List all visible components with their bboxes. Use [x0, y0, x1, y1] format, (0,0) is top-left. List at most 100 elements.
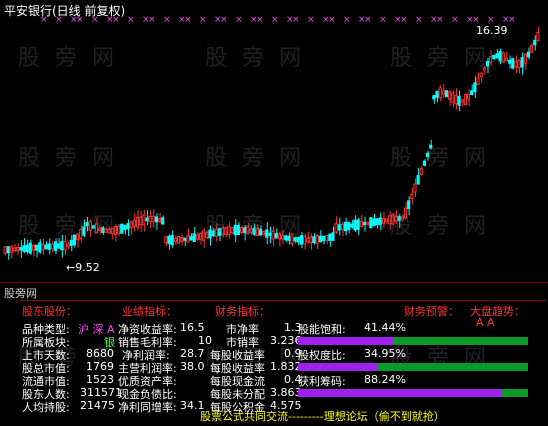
signal-marker: ×: [292, 15, 300, 25]
candle-body: [536, 31, 540, 41]
candle-body: [501, 52, 505, 63]
equity-ratio-bar: [298, 363, 528, 371]
candle-body: [492, 55, 496, 60]
candle-body: [454, 95, 458, 105]
candle-body: [170, 234, 174, 246]
candle-body: [53, 241, 58, 252]
value-equity-ratio: 34.95%: [364, 347, 406, 360]
candle-body: [35, 244, 39, 251]
candle-body: [514, 61, 518, 68]
candle-body: [451, 92, 455, 103]
value-roe: 16.5: [180, 321, 205, 334]
candle-body: [139, 216, 143, 226]
saturation-bar-fill: [298, 337, 394, 345]
candle-body: [479, 72, 483, 78]
signal-marker: ×: [415, 15, 423, 25]
candle-body: [6, 246, 10, 254]
candle-body: [57, 243, 61, 249]
value-gross-margin: 10: [198, 334, 212, 347]
label-equity-ratio: 股权度比:: [298, 349, 346, 362]
candle-body: [306, 237, 310, 243]
signal-marker: ×: [436, 15, 444, 25]
candle-body: [120, 223, 124, 234]
chart-title: 平安银行(日线 前复权): [4, 4, 126, 18]
candle-body: [460, 99, 464, 103]
value-ps: 3.236: [270, 334, 302, 347]
candle-body: [476, 77, 480, 85]
watermark: 股 旁 网: [205, 214, 305, 239]
watermark: 股 旁 网: [390, 146, 490, 171]
candle-body: [438, 87, 442, 99]
signal-marker: ×: [400, 15, 408, 25]
profit-chips-bar: [298, 389, 528, 397]
candle-body: [362, 222, 367, 226]
watermark: 股 旁 网: [205, 46, 305, 71]
candle-body: [435, 90, 439, 98]
candle-body: [60, 241, 64, 251]
candle-body: [142, 214, 146, 226]
candle-body: [28, 242, 32, 254]
candle-body: [318, 235, 322, 243]
candle-body: [507, 59, 512, 64]
footer-note: 股票公式共同交流---------理想论坛（偷不到就抢）: [200, 410, 445, 423]
candle-body: [504, 57, 508, 62]
candle-body: [186, 235, 190, 243]
header-financial: 财务指标：: [215, 305, 270, 318]
candle-body: [192, 233, 196, 243]
candle-body: [69, 239, 73, 246]
candle-body: [41, 244, 45, 251]
watermark: 股 旁 网: [390, 46, 490, 71]
candle-body: [135, 216, 140, 228]
candle-body: [448, 91, 452, 100]
candle-body: [154, 216, 158, 223]
candle-body: [145, 217, 149, 222]
candle-body: [12, 247, 17, 252]
candle-body: [347, 221, 351, 231]
candle-body: [416, 175, 420, 185]
signal-marker: ×: [148, 15, 156, 25]
candle-body: [25, 244, 29, 253]
candle-body: [366, 221, 370, 225]
signal-marker: ×: [199, 15, 207, 25]
candle-body: [334, 223, 338, 233]
candle-body: [126, 223, 130, 230]
header-performance: 业绩指标：: [122, 305, 177, 318]
candle-body: [517, 59, 521, 69]
candle-body: [470, 90, 474, 95]
candle-body: [183, 237, 187, 241]
candle-body: [63, 240, 67, 251]
candle-body: [331, 232, 335, 241]
candle-body: [47, 243, 51, 250]
candle-body: [132, 219, 136, 227]
candle-body: [526, 51, 531, 58]
candle-body: [66, 243, 70, 247]
header-shareholders: 股东股份：: [22, 305, 77, 318]
candle-body: [3, 246, 7, 254]
value-listed-days: 8680: [86, 347, 114, 360]
value-op-margin: 38.0: [180, 360, 205, 373]
trend-marker: A A: [476, 316, 495, 329]
candle-body: [410, 193, 414, 200]
candle-body: [378, 217, 382, 226]
label-profit-chips: 获利筹码:: [298, 375, 346, 388]
candle-body: [353, 219, 357, 231]
panel-divider: [0, 282, 548, 283]
price-chart-panel[interactable]: × × × × × × × × × × × × × × × × × × × × × × × × × × × × × × × × × × × × × × × ×…: [0, 0, 548, 282]
candle-body: [31, 245, 36, 251]
candle-body: [176, 236, 181, 244]
value-shareholder-count: 311571: [80, 386, 122, 399]
candle-body: [457, 95, 461, 106]
candle-body: [321, 235, 326, 242]
candle-body: [19, 247, 23, 251]
candle-body: [495, 53, 499, 59]
high-price-label: 16.39: [476, 24, 508, 37]
label-saturation: 股能饱和:: [298, 323, 346, 336]
candle-body: [315, 235, 319, 244]
candle-body: [44, 244, 48, 250]
candle-body: [444, 90, 449, 98]
candle-body: [466, 94, 471, 100]
candle-body: [22, 245, 26, 252]
candle-body: [123, 224, 127, 231]
signal-marker: ×: [343, 15, 351, 25]
candle-body: [498, 50, 502, 62]
